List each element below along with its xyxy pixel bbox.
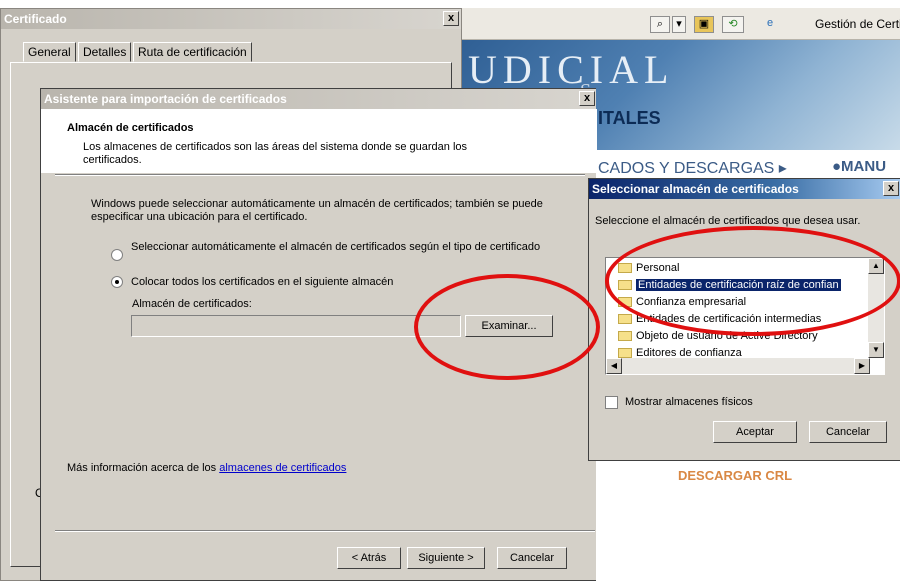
- search-icon[interactable]: ⌕: [650, 16, 670, 33]
- tab-ruta-certificacion[interactable]: Ruta de certificación: [133, 42, 252, 62]
- wizard-header: Almacén de certificados Los almacenes de…: [41, 109, 597, 173]
- wizard-header-description: Los almacenes de certificados son las ár…: [83, 141, 468, 166]
- banner-second-line: ITALES: [598, 108, 661, 128]
- dropdown-arrow-icon[interactable]: ▾: [672, 16, 686, 33]
- certificate-dialog-title: Certificado: [4, 12, 67, 26]
- show-physical-checkbox[interactable]: [605, 396, 618, 409]
- browser-tab-title[interactable]: Gestión de Certificados: [815, 17, 900, 31]
- select-store-titlebar: Seleccionar almacén de certificados x: [589, 179, 900, 199]
- select-store-title: Seleccionar almacén de certificados: [592, 182, 799, 196]
- more-info-link[interactable]: almacenes de certificados: [219, 462, 346, 474]
- ie-logo-icon: e: [766, 17, 774, 29]
- radio-auto-select[interactable]: [111, 249, 123, 261]
- scroll-right-icon[interactable]: ▶: [854, 358, 870, 374]
- store-field-label: Almacén de certificados:: [132, 298, 252, 310]
- scroll-left-icon[interactable]: ◀: [606, 358, 622, 374]
- lock-icon[interactable]: ▣: [694, 16, 714, 33]
- wizard-header-title: Almacén de certificados: [67, 122, 194, 134]
- horizontal-scrollbar[interactable]: ◀ ▶: [606, 358, 870, 374]
- select-store-prompt: Seleccione el almacén de certificados qu…: [595, 215, 861, 227]
- nav-link-descargas[interactable]: CADOS Y DESCARGAS ▸: [598, 158, 787, 178]
- banner-title: UDICIAL: [468, 47, 675, 92]
- highlight-ellipse-browse: [414, 274, 600, 380]
- descargar-crl-link[interactable]: DESCARGAR CRL: [678, 468, 792, 483]
- tab-general[interactable]: General: [23, 42, 76, 62]
- nav-link-manual[interactable]: ●MANU: [832, 158, 886, 175]
- folder-icon: [618, 314, 632, 324]
- cancel-button[interactable]: Cancelar: [497, 547, 567, 569]
- more-info-prefix: Más información acerca de los: [67, 462, 220, 474]
- certificate-dialog-titlebar: Certificado x: [1, 9, 461, 29]
- scroll-down-icon[interactable]: ▼: [868, 342, 884, 358]
- show-physical-label[interactable]: Mostrar almacenes físicos: [625, 396, 753, 408]
- more-info-text: Más información acerca de los almacenes …: [67, 462, 346, 474]
- folder-icon: [618, 348, 632, 358]
- close-icon[interactable]: x: [579, 91, 595, 106]
- divider: [55, 174, 585, 176]
- divider: [55, 530, 595, 532]
- refresh-icon[interactable]: ⟲: [722, 16, 744, 33]
- radio-auto-select-label[interactable]: Seleccionar automáticamente el almacén d…: [131, 241, 541, 253]
- back-button[interactable]: < Atrás: [337, 547, 401, 569]
- wizard-titlebar: Asistente para importación de certificad…: [41, 89, 596, 109]
- close-icon[interactable]: x: [883, 181, 899, 196]
- highlight-ellipse-store: [605, 226, 900, 336]
- tab-detalles[interactable]: Detalles: [78, 42, 132, 62]
- store-input[interactable]: [131, 315, 461, 337]
- browser-toolbar: ⌕ ▾ ▣ ⟲ e Gestión de Certificados: [460, 8, 900, 40]
- close-icon[interactable]: x: [443, 11, 459, 26]
- ok-button[interactable]: Aceptar: [713, 421, 797, 443]
- cancel-button[interactable]: Cancelar: [809, 421, 887, 443]
- next-button[interactable]: Siguiente >: [407, 547, 485, 569]
- radio-place-all[interactable]: [111, 276, 123, 288]
- radio-place-all-label[interactable]: Colocar todos los certificados en el sig…: [131, 276, 393, 288]
- folder-icon: [618, 331, 632, 341]
- wizard-title: Asistente para importación de certificad…: [44, 92, 287, 106]
- wizard-intro-text: Windows puede seleccionar automáticament…: [91, 198, 543, 223]
